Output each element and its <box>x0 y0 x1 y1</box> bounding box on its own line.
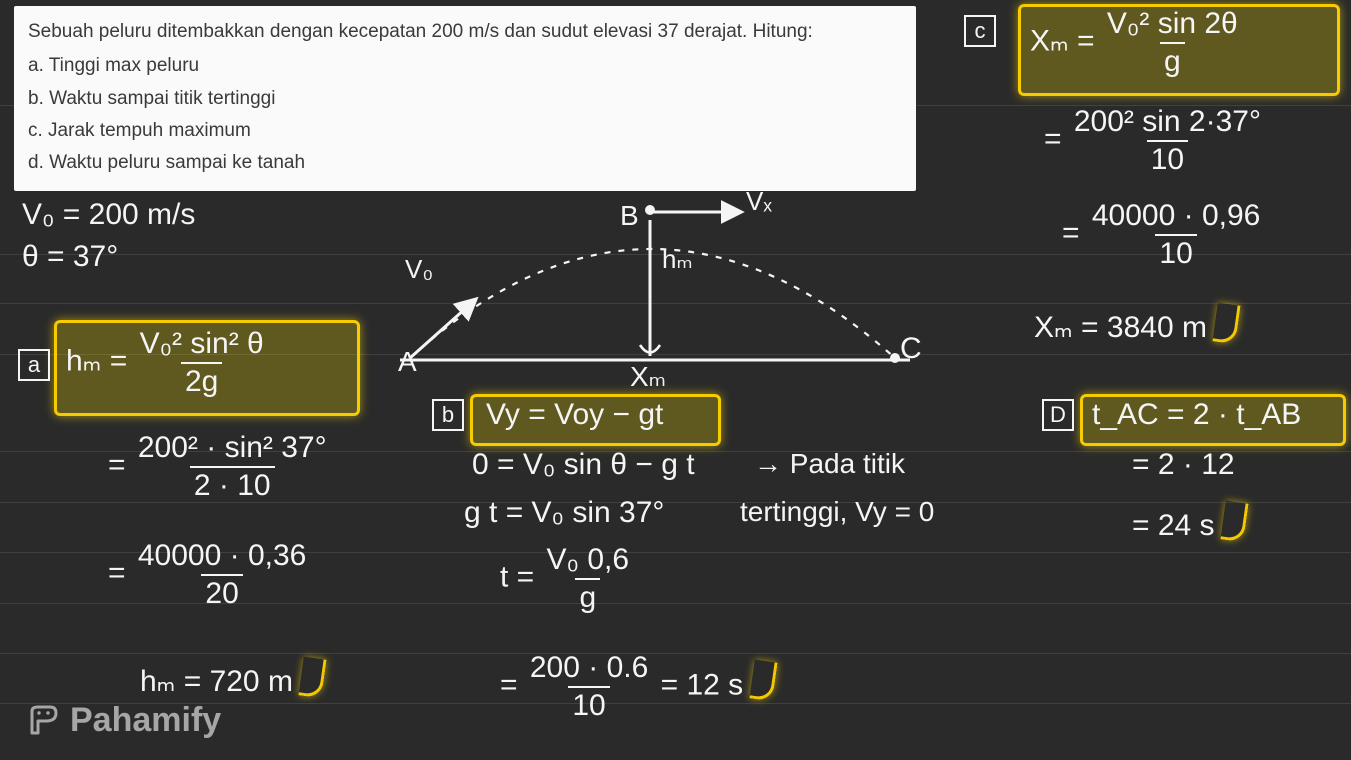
part-b-line3: t = V₀ 0,6 g <box>500 544 633 613</box>
part-b-line3-num: V₀ 0,6 <box>543 544 634 578</box>
problem-c: c. Jarak tempuh maximum <box>28 115 902 147</box>
diagram-Xm: Xₘ <box>630 360 666 393</box>
logo-pahamify: Pahamify <box>26 701 221 740</box>
part-c-step1-num: 200² sin 2·37° <box>1070 106 1265 140</box>
diagram-C: C <box>900 332 922 366</box>
part-d-result: = 24 s <box>1132 496 1246 543</box>
part-c-step2-num: 40000 · 0,96 <box>1088 200 1264 234</box>
given-theta: θ = 37° <box>22 240 118 274</box>
diagram-V0: V₀ <box>405 254 433 285</box>
part-a-result-text: hₘ = 720 m <box>140 665 293 698</box>
whiteboard: Sebuah peluru ditembakkan dengan kecepat… <box>0 0 1351 760</box>
part-a-step2-den: 20 <box>201 574 242 610</box>
accent-curl-d <box>1220 501 1248 543</box>
diagram-A: A <box>398 346 417 378</box>
part-c-step2-den: 10 <box>1155 234 1196 270</box>
part-a-formula: hₘ = V₀² sin² θ 2g <box>66 328 268 397</box>
part-c-step1: = 200² sin 2·37° 10 <box>1044 106 1265 175</box>
part-b-line4-num: 200 · 0.6 <box>526 652 652 686</box>
tag-c-label: c <box>964 15 996 47</box>
part-b-line4-rhs: = 12 s <box>661 668 744 701</box>
part-c-num: V₀² sin 2θ <box>1103 8 1242 42</box>
part-c-result: Xₘ = 3840 m <box>1034 298 1238 345</box>
part-b-note1: → Pada titik <box>754 448 905 480</box>
accent-curl-b <box>749 660 777 702</box>
tag-a: a <box>18 348 60 383</box>
part-b-line3-lhs: t = <box>500 560 534 593</box>
problem-prompt: Sebuah peluru ditembakkan dengan kecepat… <box>28 16 902 48</box>
part-d-formula: t_AC = 2 · t_AB <box>1092 398 1301 432</box>
part-a-num: V₀² sin² θ <box>136 328 268 362</box>
part-a-step2-num: 40000 · 0,36 <box>134 540 310 574</box>
given-v0: V₀ = 200 m/s <box>22 198 195 232</box>
part-c-step1-den: 10 <box>1147 140 1188 176</box>
part-c-formula: Xₘ = V₀² sin 2θ g <box>1030 8 1242 77</box>
problem-card: Sebuah peluru ditembakkan dengan kecepat… <box>14 6 916 191</box>
diagram-B: B <box>620 200 639 232</box>
part-c-den: g <box>1160 42 1185 78</box>
part-c-lhs: Xₘ = <box>1030 24 1095 57</box>
tag-b-label: b <box>432 399 464 431</box>
part-d-step1: = 2 · 12 <box>1132 448 1235 482</box>
logo-text: Pahamify <box>70 701 221 740</box>
tag-d: D <box>1042 398 1084 433</box>
part-b-formula: Vy = Voy − gt <box>486 398 663 432</box>
part-d-result-text: = 24 s <box>1132 509 1215 542</box>
tag-c: c <box>964 14 1006 49</box>
problem-b: b. Waktu sampai titik tertinggi <box>28 83 902 115</box>
part-a-lhs: hₘ = <box>66 344 127 377</box>
part-a-result: hₘ = 720 m <box>140 652 324 699</box>
logo-icon <box>26 703 62 739</box>
tag-a-label: a <box>18 349 50 381</box>
part-b-line4: = 200 · 0.6 10 = 12 s <box>500 652 775 721</box>
part-b-line2: g t = V₀ sin 37° <box>464 496 664 530</box>
tag-b: b <box>432 398 474 433</box>
part-a-step1: = 200² · sin² 37° 2 · 10 <box>108 432 331 501</box>
part-a-step2: = 40000 · 0,36 20 <box>108 540 310 609</box>
accent-curl-c <box>1213 303 1241 345</box>
part-b-line3-den: g <box>575 578 600 614</box>
part-a-step1-num: 200² · sin² 37° <box>134 432 331 466</box>
diagram-hm: hₘ <box>662 244 693 275</box>
part-c-step2: = 40000 · 0,96 10 <box>1062 200 1264 269</box>
part-c-result-text: Xₘ = 3840 m <box>1034 311 1207 344</box>
diagram-Vx: Vₓ <box>746 186 772 217</box>
part-b-line1: 0 = V₀ sin θ − g t <box>472 448 695 482</box>
problem-a: a. Tinggi max peluru <box>28 50 902 82</box>
accent-curl-a <box>299 657 327 699</box>
tag-d-label: D <box>1042 399 1074 431</box>
part-a-step1-den: 2 · 10 <box>190 466 275 502</box>
part-b-line4-den: 10 <box>568 686 609 722</box>
part-a-den: 2g <box>181 362 222 398</box>
problem-d: d. Waktu peluru sampai ke tanah <box>28 147 902 179</box>
part-b-note2: tertinggi, Vy = 0 <box>740 496 934 528</box>
